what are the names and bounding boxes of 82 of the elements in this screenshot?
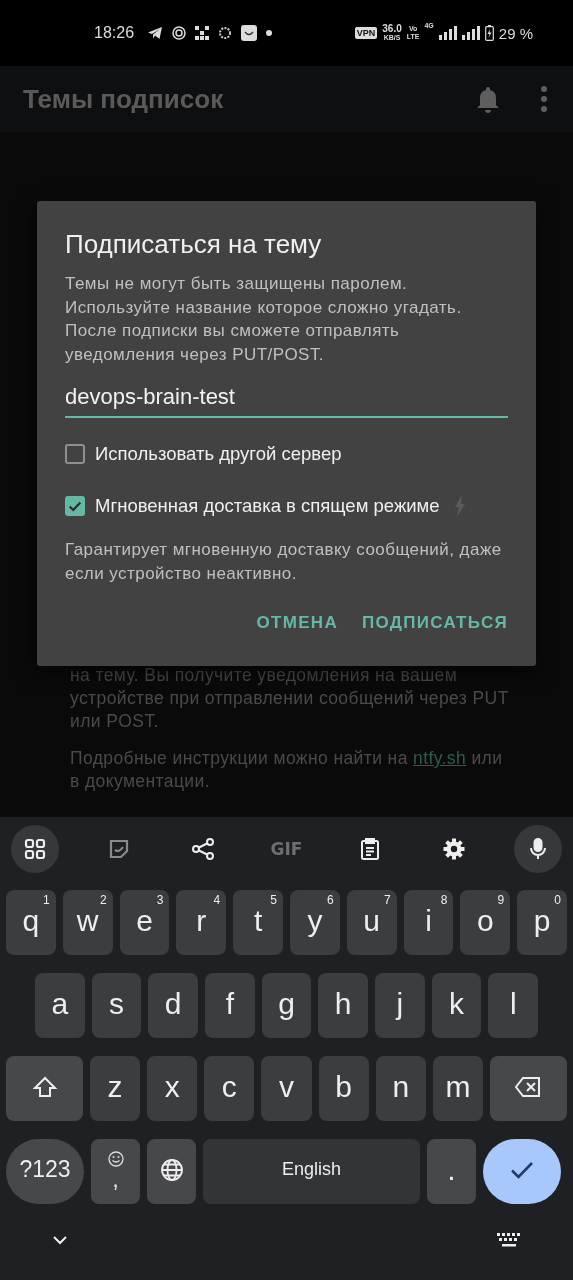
smiley-icon xyxy=(107,1150,124,1167)
help-text: на тему. Вы получите уведомления на вашем устройстве при отправлении сообщений через PUT или POST. xyxy=(70,664,510,733)
help-text: Подробные инструкции можно найти на ntfy.sh или в документации. xyxy=(70,747,504,793)
letter-key[interactable]: n xyxy=(375,1056,426,1121)
paper-plane-icon xyxy=(147,26,164,40)
shift-key[interactable] xyxy=(6,1056,83,1121)
voice-button[interactable] xyxy=(513,825,562,873)
key-hint: 0 xyxy=(554,893,561,907)
dialog-button[interactable]: ОТМЕНА xyxy=(256,607,338,639)
key-hint: 1 xyxy=(43,893,50,907)
key-hint: 8 xyxy=(440,893,448,907)
apps-button[interactable] xyxy=(11,825,59,873)
bell-icon[interactable] xyxy=(475,85,501,113)
key-hint: 9 xyxy=(497,893,505,907)
letter-key[interactable]: u 7 xyxy=(346,890,397,955)
letter-key[interactable]: f xyxy=(205,973,255,1038)
topic-field[interactable]: devops-brain-test xyxy=(65,380,508,418)
key-hint: 3 xyxy=(156,893,164,907)
letter-key[interactable]: m xyxy=(432,1056,483,1121)
letter-key[interactable]: p 0 xyxy=(517,890,567,955)
letter-key[interactable]: s xyxy=(91,973,142,1038)
dot-icon xyxy=(266,30,273,36)
vpn-badge: VPN xyxy=(354,27,378,39)
screen-title: Темы подписок xyxy=(23,83,224,115)
dialog-button[interactable]: ПОДПИСАТЬСЯ xyxy=(361,607,508,639)
option-label: Использовать другой сервер xyxy=(95,443,342,465)
key-hint: 7 xyxy=(383,893,391,907)
share-icon[interactable] xyxy=(191,838,214,860)
key-hint: 5 xyxy=(270,893,277,907)
key-hint: 6 xyxy=(327,893,334,907)
letter-key[interactable]: y 6 xyxy=(290,890,340,955)
battery-icon xyxy=(484,25,494,41)
clock-time: 18:26 xyxy=(94,24,135,42)
checkbox[interactable] xyxy=(65,496,85,516)
grid-icon xyxy=(195,26,210,40)
checkbox[interactable] xyxy=(65,444,85,464)
letter-key[interactable]: r 4 xyxy=(176,890,227,955)
space-key[interactable]: English xyxy=(203,1139,420,1204)
letter-key[interactable]: q 1 xyxy=(6,890,56,955)
more-icon[interactable] xyxy=(541,86,547,112)
backspace-icon xyxy=(514,1074,543,1099)
smile-icon xyxy=(241,25,258,41)
spiral-icon xyxy=(172,26,187,40)
keyboard-icon[interactable] xyxy=(497,1233,521,1247)
signal-icon xyxy=(461,26,480,40)
letter-key[interactable]: g xyxy=(261,973,312,1038)
dialog-description: Темы не могут быть защищены паролем. Используйте название которое сложно угадать. После подписки вы сможете отправлять уведомления через PUT/POST. xyxy=(65,273,463,366)
letter-key[interactable]: x xyxy=(147,1056,198,1121)
signal-icon xyxy=(438,26,457,40)
key-hint: 4 xyxy=(213,893,221,907)
letter-key[interactable]: o 9 xyxy=(460,890,511,955)
globe-key[interactable] xyxy=(147,1139,196,1204)
letter-key[interactable]: h xyxy=(318,973,369,1038)
letter-key[interactable]: t 5 xyxy=(233,890,283,955)
backspace-key[interactable] xyxy=(490,1056,567,1121)
letter-key[interactable]: z xyxy=(90,1056,141,1121)
period-key[interactable]: . xyxy=(427,1139,476,1204)
letter-key[interactable]: v xyxy=(261,1056,312,1121)
letter-key[interactable]: k xyxy=(431,973,482,1038)
speed-value: 36.0 xyxy=(382,24,402,34)
comma-key[interactable]: , xyxy=(91,1139,140,1204)
chevron-down-icon[interactable] xyxy=(52,1235,68,1245)
dialog-title: Подписаться на тему xyxy=(65,229,323,260)
letter-key[interactable]: i 8 xyxy=(403,890,454,955)
settings-icon[interactable] xyxy=(443,838,466,860)
letter-key[interactable]: b xyxy=(318,1056,369,1121)
letter-key[interactable]: j xyxy=(375,973,425,1038)
globe-icon xyxy=(159,1157,184,1182)
symbols-key[interactable]: ?123 xyxy=(6,1139,84,1204)
clipboard-icon[interactable] xyxy=(359,838,382,860)
shift-icon xyxy=(31,1074,58,1099)
letter-key[interactable]: w 2 xyxy=(62,890,113,955)
letter-key[interactable]: a xyxy=(35,973,85,1038)
battery-percent: 29 % xyxy=(498,24,533,42)
letter-key[interactable]: l xyxy=(488,973,539,1038)
letter-key[interactable]: e 3 xyxy=(119,890,170,955)
letter-key[interactable]: c xyxy=(204,1056,255,1121)
option-hint: Гарантирует мгновенную доставку сообщений, даже если устройство неактивно. xyxy=(65,539,503,585)
comma-label: , xyxy=(112,1170,119,1189)
letter-key[interactable]: d xyxy=(148,973,198,1038)
key-hint: 2 xyxy=(99,893,107,907)
option-label: Мгновенная доставка в спящем режиме xyxy=(95,495,440,517)
